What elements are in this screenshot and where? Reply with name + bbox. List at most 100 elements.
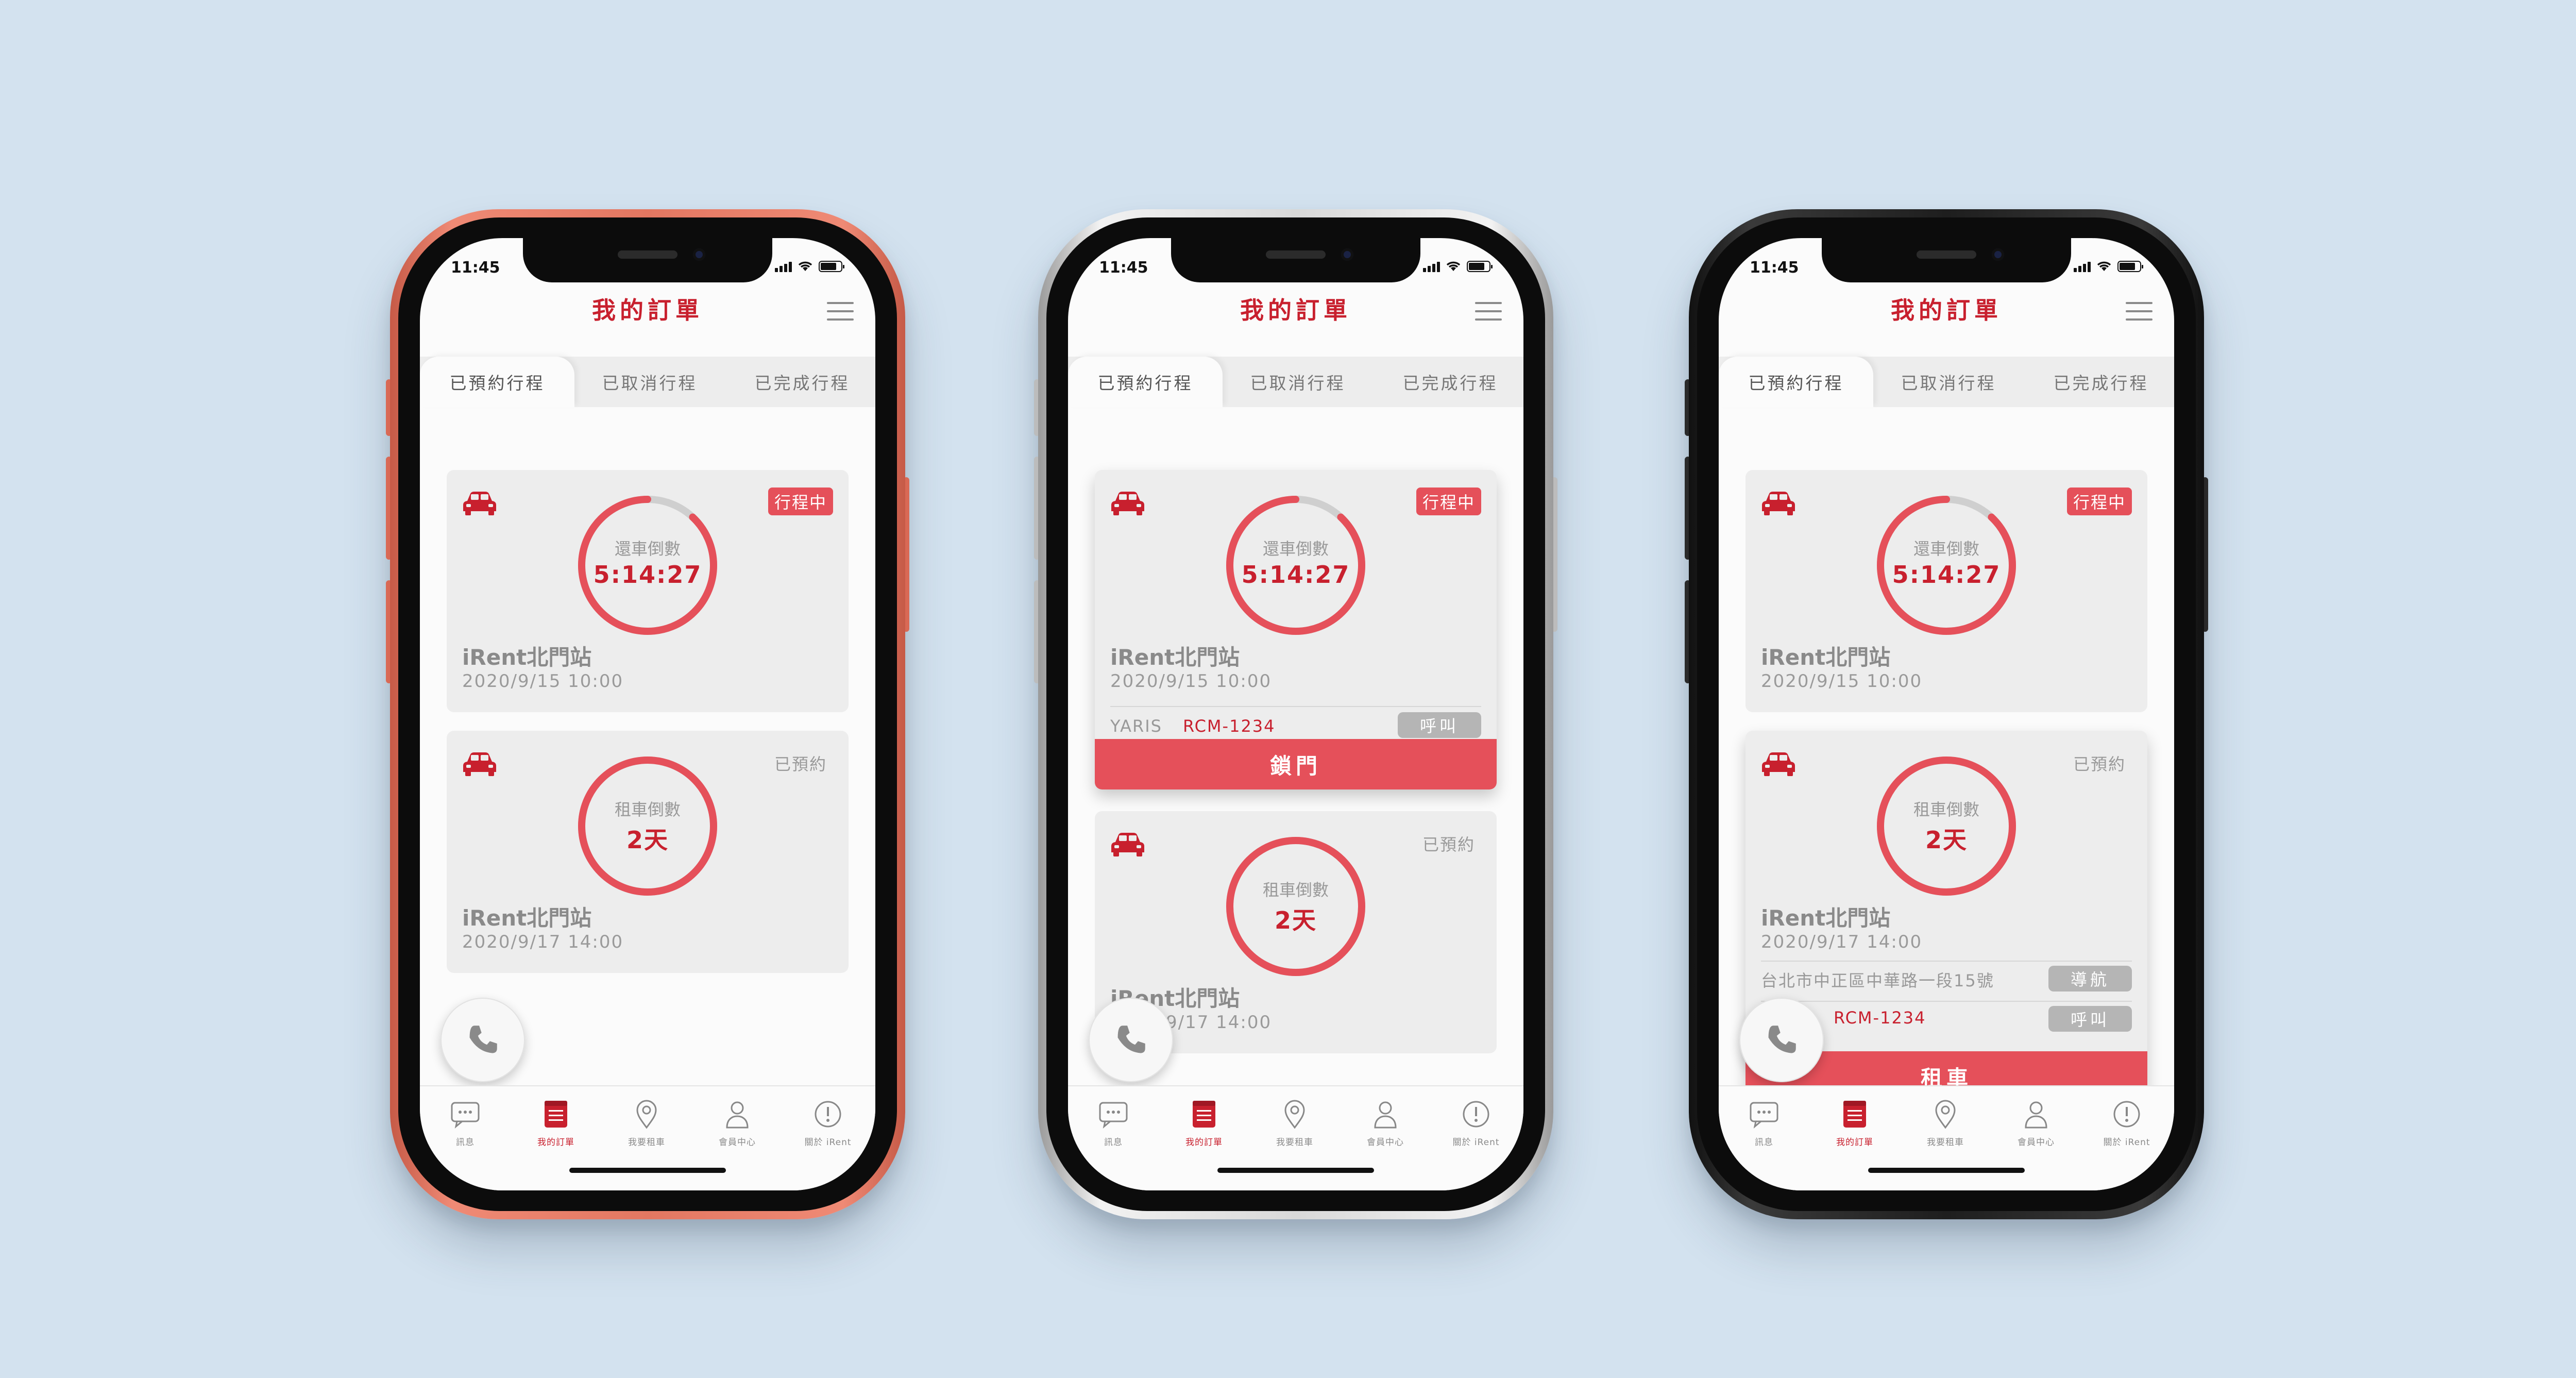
battery-icon	[1467, 261, 1493, 272]
home-indicator	[1868, 1168, 2025, 1173]
tab-cancelled[interactable]: 已取消行程	[1221, 357, 1375, 407]
car-icon	[463, 492, 496, 515]
nav-member[interactable]: 會員中心	[1340, 1098, 1431, 1148]
nav-order[interactable]: 我的訂單	[511, 1098, 601, 1148]
phone-icon	[469, 1026, 497, 1053]
call-button[interactable]: 呼叫	[2048, 1006, 2132, 1032]
bottom-nav: 訊息 我的訂單 我要租車 會員中心 關於 iRent	[1068, 1085, 1523, 1190]
member-icon	[1991, 1098, 2081, 1131]
tab-completed[interactable]: 已完成行程	[2024, 357, 2174, 407]
nav-message[interactable]: 訊息	[420, 1098, 511, 1148]
tab-bar: 已完成行程 已取消行程 已預約行程	[1068, 357, 1523, 407]
nav-location-pin[interactable]: 我要租車	[1249, 1098, 1340, 1148]
tab-completed[interactable]: 已完成行程	[1373, 357, 1523, 407]
nav-label: 會員中心	[1367, 1137, 1404, 1148]
nav-label: 我要租車	[628, 1137, 665, 1148]
menu-icon[interactable]	[2126, 302, 2153, 322]
station-name: iRent北門站	[1761, 905, 1891, 931]
navigate-button[interactable]: 導航	[2048, 966, 2132, 992]
order-card[interactable]: 已預約 租車倒數 2天 iRent北門站 2020/9/17 14:00	[447, 731, 849, 973]
info-icon	[783, 1098, 873, 1131]
phone-screen: 11:45 我的訂單 已完成行程 已取消行程 已預約行程 行程中 還車倒數 5:…	[1068, 238, 1523, 1190]
nav-label: 我的訂單	[537, 1137, 574, 1148]
battery-icon	[819, 261, 844, 272]
tab-reserved[interactable]: 已預約行程	[1068, 357, 1223, 407]
station-name: iRent北門站	[1761, 645, 1891, 670]
tab-bar: 已完成行程 已取消行程 已預約行程	[420, 357, 875, 407]
nav-member[interactable]: 會員中心	[692, 1098, 783, 1148]
nav-info[interactable]: 關於 iRent	[783, 1098, 873, 1148]
countdown-value: 5:14:27	[1241, 561, 1350, 589]
signal-icon	[775, 262, 792, 272]
call-service-button[interactable]	[1089, 998, 1173, 1082]
status-badge: 行程中	[768, 488, 833, 515]
signal-icon	[2074, 262, 2091, 272]
nav-member[interactable]: 會員中心	[1991, 1098, 2081, 1148]
nav-label: 關於 iRent	[804, 1137, 852, 1148]
status-icons	[775, 260, 844, 272]
message-icon	[420, 1098, 511, 1131]
divider	[1110, 706, 1481, 707]
info-icon	[1431, 1098, 1521, 1131]
signal-icon	[1423, 262, 1440, 272]
wifi-icon	[798, 261, 812, 271]
nav-location-pin[interactable]: 我要租車	[1900, 1098, 1991, 1148]
car-model: YARIS	[1110, 716, 1162, 736]
tab-reserved[interactable]: 已預約行程	[1719, 357, 1873, 407]
nav-message[interactable]: 訊息	[1068, 1098, 1159, 1148]
nav-info[interactable]: 關於 iRent	[1431, 1098, 1521, 1148]
phone-mockup: 11:45 我的訂單 已完成行程 已取消行程 已預約行程 行程中 還車倒數 5:…	[1685, 209, 2208, 1219]
call-service-button[interactable]	[1739, 998, 1824, 1082]
car-icon	[463, 752, 496, 776]
bottom-nav: 訊息 我的訂單 我要租車 會員中心 關於 iRent	[1719, 1085, 2174, 1190]
call-button[interactable]: 呼叫	[1398, 712, 1481, 738]
lock-door-button[interactable]: 鎖門	[1095, 739, 1497, 789]
status-badge: 已預約	[2073, 754, 2126, 774]
nav-info[interactable]: 關於 iRent	[2081, 1098, 2172, 1148]
nav-label: 會員中心	[719, 1137, 756, 1148]
nav-order[interactable]: 我的訂單	[1809, 1098, 1900, 1148]
notch	[1822, 238, 2071, 282]
order-icon	[1159, 1098, 1249, 1131]
countdown-label: 租車倒數	[614, 800, 681, 819]
phone-mockup: 11:45 我的訂單 已完成行程 已取消行程 已預約行程 行程中 還車倒數 5:…	[386, 209, 909, 1219]
order-datetime: 2020/9/17 14:00	[462, 932, 624, 952]
message-icon	[1719, 1098, 1809, 1131]
status-time: 11:45	[451, 259, 500, 277]
nav-label: 我要租車	[1927, 1137, 1964, 1148]
address-text: 台北市中正區中華路一段15號	[1761, 971, 1994, 990]
info-icon	[2081, 1098, 2172, 1131]
countdown-value: 2天	[626, 826, 669, 854]
phone-screen: 11:45 我的訂單 已完成行程 已取消行程 已預約行程 行程中 還車倒數 5:…	[420, 238, 875, 1190]
nav-label: 我要租車	[1276, 1137, 1313, 1148]
nav-order[interactable]: 我的訂單	[1159, 1098, 1249, 1148]
nav-message[interactable]: 訊息	[1719, 1098, 1809, 1148]
nav-location-pin[interactable]: 我要租車	[601, 1098, 692, 1148]
order-card[interactable]: 行程中 還車倒數 5:14:27 iRent北門站 2020/9/15 10:0…	[1095, 470, 1497, 789]
order-datetime: 2020/9/15 10:00	[1761, 671, 1923, 692]
nav-label: 關於 iRent	[1452, 1137, 1500, 1148]
menu-icon[interactable]	[1475, 302, 1502, 322]
status-badge: 行程中	[2066, 488, 2132, 515]
wifi-icon	[1446, 261, 1461, 271]
menu-icon[interactable]	[827, 302, 854, 322]
order-card[interactable]: 行程中 還車倒數 5:14:27 iRent北門站 2020/9/15 10:0…	[1745, 470, 2147, 712]
status-time: 11:45	[1099, 259, 1148, 277]
notch	[1171, 238, 1420, 282]
order-card[interactable]: 行程中 還車倒數 5:14:27 iRent北門站 2020/9/15 10:0…	[447, 470, 849, 712]
tab-reserved[interactable]: 已預約行程	[420, 357, 574, 407]
order-icon	[511, 1098, 601, 1131]
page-title: 我的訂單	[1240, 296, 1351, 324]
status-icons	[1423, 260, 1493, 272]
tab-bar: 已完成行程 已取消行程 已預約行程	[1719, 357, 2174, 407]
status-badge: 已預約	[774, 754, 827, 774]
countdown-label: 租車倒數	[1913, 800, 1979, 819]
nav-label: 我的訂單	[1836, 1137, 1873, 1148]
divider	[1761, 1001, 2132, 1002]
tab-cancelled[interactable]: 已取消行程	[1871, 357, 2026, 407]
tab-cancelled[interactable]: 已取消行程	[572, 357, 727, 407]
notch	[523, 238, 772, 282]
tab-completed[interactable]: 已完成行程	[725, 357, 875, 407]
call-service-button[interactable]	[440, 998, 525, 1082]
countdown-value: 5:14:27	[593, 561, 702, 589]
